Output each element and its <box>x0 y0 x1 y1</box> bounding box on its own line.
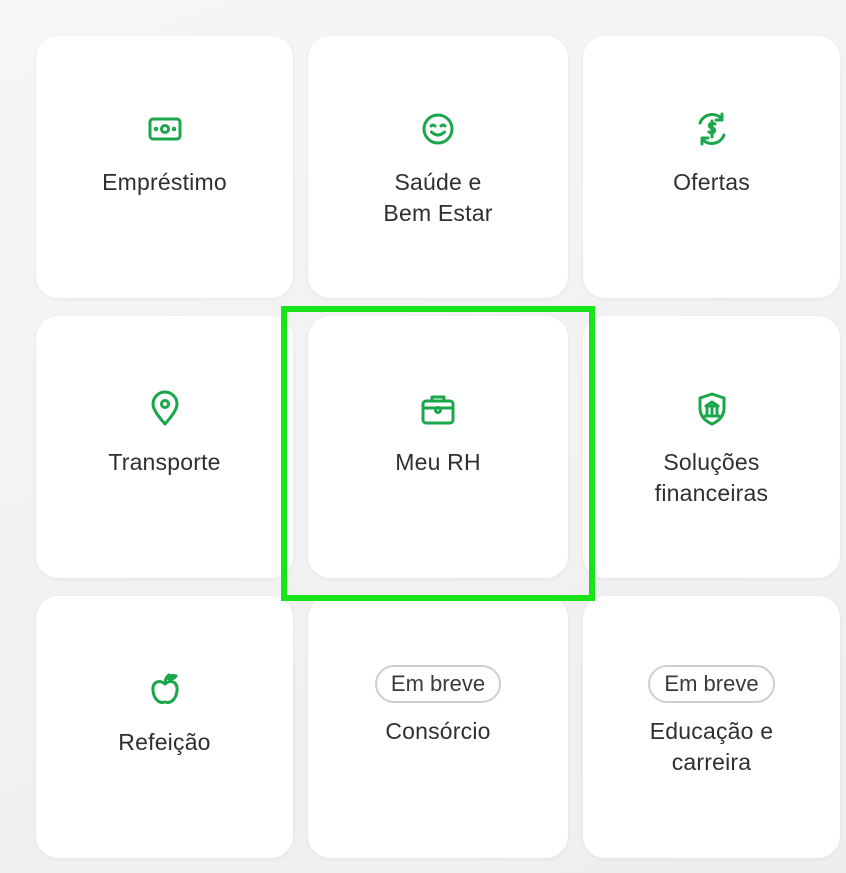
money-bill-icon <box>145 109 185 149</box>
card-label: Ofertas <box>673 169 750 195</box>
dollar-cycle-icon <box>692 109 732 149</box>
card-transporte[interactable]: Transporte <box>36 316 293 578</box>
apple-icon <box>145 669 185 709</box>
card-refeicao[interactable]: Refeição <box>36 596 293 858</box>
card-educacao-carreira[interactable]: Em breve Educação e carreira <box>583 596 840 858</box>
card-label-line-1: Soluções <box>663 449 760 475</box>
card-solucoes-financeiras[interactable]: Soluções financeiras <box>583 316 840 578</box>
card-label: Meu RH <box>395 449 481 475</box>
card-meu-rh[interactable]: Meu RH <box>308 316 568 578</box>
card-label-line-2: financeiras <box>654 480 769 506</box>
card-label: Transporte <box>108 449 221 475</box>
card-label-line-2: carreira <box>671 749 752 775</box>
briefcase-icon <box>418 389 458 429</box>
location-pin-icon <box>145 389 185 429</box>
coming-soon-badge: Em breve <box>648 665 775 703</box>
card-label-line-2: Bem Estar <box>383 200 493 226</box>
card-saude-bem-estar[interactable]: Saúde e Bem Estar <box>308 36 568 298</box>
card-emprestimo[interactable]: Empréstimo <box>36 36 293 298</box>
smiley-face-icon <box>418 109 458 149</box>
card-ofertas[interactable]: Ofertas <box>583 36 840 298</box>
card-label: Empréstimo <box>102 169 227 195</box>
bank-shield-icon <box>692 389 732 429</box>
card-label: Consórcio <box>385 718 491 744</box>
coming-soon-badge: Em breve <box>374 665 502 703</box>
card-label-line-1: Educação e <box>649 718 774 744</box>
card-consorcio[interactable]: Em breve Consórcio <box>308 596 568 858</box>
services-grid: Empréstimo Saúde e Bem Estar Ofertas Tra… <box>36 36 840 858</box>
card-label-line-1: Saúde e <box>394 169 482 195</box>
card-label: Refeição <box>118 729 211 755</box>
